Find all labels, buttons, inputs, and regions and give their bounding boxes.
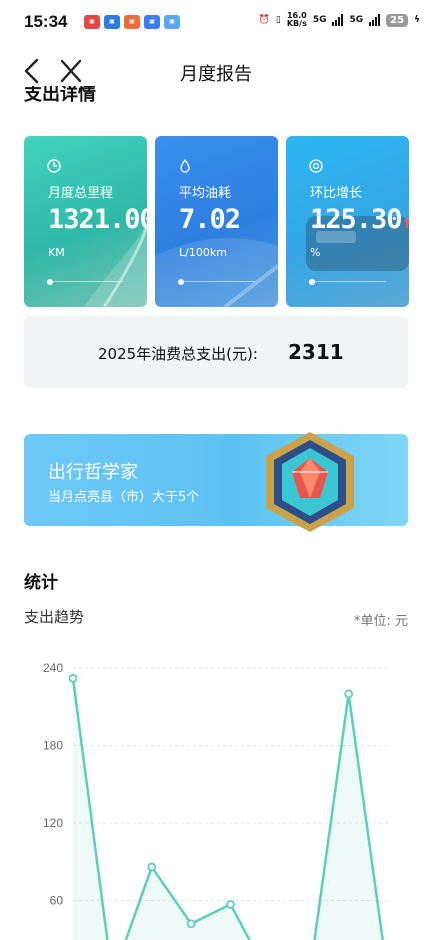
card-unit: % xyxy=(310,246,321,259)
banner-title: 出行哲学家 xyxy=(48,462,138,483)
y-tick-label: 240 xyxy=(43,661,63,675)
signal-icon xyxy=(332,14,344,26)
notification-icon: ▣ xyxy=(164,15,180,29)
signal-icon xyxy=(369,14,381,26)
card-growth[interactable]: 环比增长 125.30↑ % xyxy=(286,136,409,307)
charging-icon: ϟ xyxy=(414,15,420,25)
total-label: 2025年油费总支出(元): xyxy=(98,345,258,363)
card-value: 1321.00 xyxy=(48,204,147,235)
unit-note: *单位: 元 xyxy=(353,614,408,629)
card-fuel[interactable]: 平均油耗 7.02 L/100km xyxy=(155,136,278,307)
section-title-text: 支出详情 xyxy=(24,86,96,102)
card-unit: L/100km xyxy=(179,246,227,259)
card-value: 125.30↑ xyxy=(310,204,409,235)
card-label: 环比增长 xyxy=(310,186,363,201)
progress-dot xyxy=(47,279,53,285)
y-tick-label: 120 xyxy=(43,816,63,830)
card-label: 平均油耗 xyxy=(179,186,232,201)
total-value: 2311 xyxy=(288,340,344,364)
achievement-banner[interactable]: 出行哲学家 当月点亮县（市）大于5个 xyxy=(24,432,408,532)
status-bar: 15:34 ▣ ▣ ▣ ▣ ▣ ⏰ ▯ 16.0 KB/s 5G 5G 25 ϟ xyxy=(0,0,432,44)
banner-subtitle: 当月点亮县（市）大于5个 xyxy=(48,490,200,505)
data-point[interactable] xyxy=(226,899,235,909)
progress-dot xyxy=(309,279,315,285)
card-mileage[interactable]: 月度总里程 1321.00 KM xyxy=(24,136,147,307)
page-title: 月度报告 xyxy=(180,64,252,85)
data-point[interactable] xyxy=(186,919,196,929)
data-point[interactable] xyxy=(147,862,157,872)
vibrate-icon: ▯ xyxy=(275,15,281,25)
y-tick-label: 180 xyxy=(43,739,63,753)
sim1-label: 5G xyxy=(312,15,327,25)
notification-icon: ▣ xyxy=(124,15,140,29)
card-unit: KM xyxy=(48,246,65,259)
sim2-label: 5G xyxy=(349,15,364,25)
progress-dot xyxy=(178,279,184,285)
card-value-text: 125.30 xyxy=(310,204,403,235)
battery-icon: 25 xyxy=(386,13,409,27)
clock-icon xyxy=(47,159,61,173)
arrow-up-icon: ↑ xyxy=(401,212,409,233)
stats-title: 统计 xyxy=(24,573,58,593)
total-expense: 2025年油费总支出(元): 2311 xyxy=(24,316,408,388)
expense-trend-chart: 240 180 120 60 xyxy=(43,661,388,940)
progress-line xyxy=(52,281,124,282)
notification-icon: ▣ xyxy=(84,15,100,29)
notification-icon: ▣ xyxy=(104,15,120,29)
status-time: 15:34 xyxy=(24,12,68,31)
progress-line xyxy=(314,281,386,282)
data-point[interactable] xyxy=(344,689,354,699)
progress-line xyxy=(183,281,255,282)
net-speed-unit: KB/s xyxy=(286,19,307,28)
network-speed: 16.0 KB/s xyxy=(287,12,307,28)
card-value: 7.02 xyxy=(179,204,241,235)
alarm-icon: ⏰ xyxy=(258,15,270,25)
card-label: 月度总里程 xyxy=(48,186,114,201)
diamond-badge-icon xyxy=(266,432,354,532)
data-point[interactable] xyxy=(68,673,78,683)
notification-icon: ▣ xyxy=(144,15,160,29)
droplet-icon xyxy=(180,158,190,173)
section-title: 支出详情 xyxy=(24,86,144,102)
target-icon xyxy=(309,159,323,173)
chart-label: 支出趋势 xyxy=(24,608,85,626)
y-tick-label: 60 xyxy=(50,894,64,908)
